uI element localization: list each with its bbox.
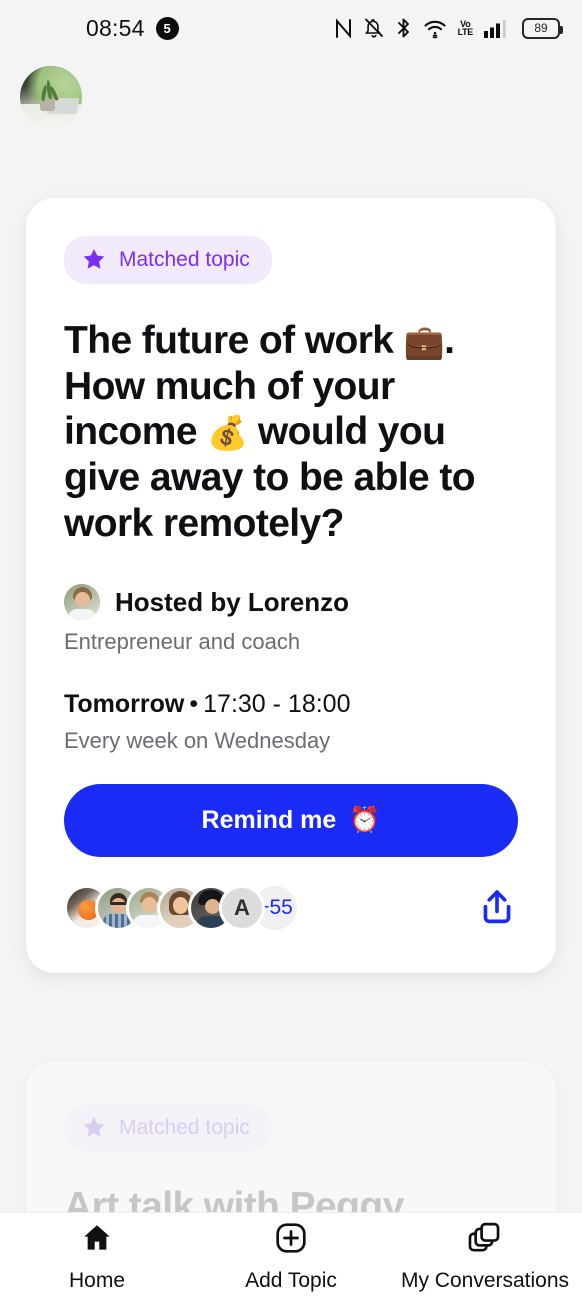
schedule-recurrence: Every week on Wednesday (64, 728, 331, 754)
nav-item-add-topic[interactable]: Add Topic (194, 1221, 388, 1293)
wifi-icon (423, 17, 447, 39)
nfc-icon (334, 17, 353, 39)
host-subtitle: Entrepreneur and coach (64, 629, 301, 655)
avatar[interactable] (20, 66, 82, 128)
host-name: Hosted by Lorenzo (115, 586, 350, 617)
schedule-day: Tomorrow (64, 690, 185, 719)
battery-icon: 89 (522, 17, 563, 39)
money-bag-emoji-icon: 💰 (207, 414, 248, 452)
schedule-time: 17:30 - 18:00 (203, 690, 351, 719)
topic-title-part: The future of work (64, 319, 404, 362)
share-icon (483, 889, 511, 923)
status-badge: Matched topic (64, 236, 272, 284)
signal-bars-icon (484, 18, 511, 39)
bottom-navigation: Home Add Topic My Conversations (0, 1212, 582, 1300)
host-row[interactable]: Hosted by Lorenzo (64, 584, 518, 621)
page-title: The future of work 💼. How much of your i… (64, 318, 518, 546)
stacked-windows-icon (466, 1221, 504, 1260)
share-button[interactable] (476, 886, 518, 931)
schedule: Tomorrow • 17:30 - 18:00 Every week on Wed… (64, 690, 518, 754)
participant-avatars[interactable]: A +55 (64, 883, 300, 934)
schedule-separator: • (189, 690, 199, 719)
status-badge-label: Matched topic (119, 1116, 250, 1139)
status-bar-left: 08:54 5 (86, 15, 179, 42)
remind-me-label: Remind me (201, 806, 337, 835)
notifications-off-icon (364, 17, 384, 39)
nav-item-my-conversations[interactable]: My Conversations (388, 1221, 582, 1293)
header (20, 66, 82, 128)
volte-icon: Vo LTE (457, 19, 474, 37)
home-icon (79, 1221, 115, 1260)
host-avatar-shirt (68, 609, 96, 621)
bluetooth-icon (395, 17, 412, 39)
participant-avatar-initial: A (219, 885, 265, 932)
remind-me-button[interactable]: Remind me ⏰ (64, 784, 518, 858)
star-icon (81, 247, 107, 273)
plus-circle-icon (273, 1221, 309, 1260)
schedule-main: Tomorrow • 17:30 - 18:00 (64, 690, 518, 719)
status-badge: Matched topic (64, 1104, 272, 1152)
status-bar: 08:54 5 Vo LTE 89 (0, 0, 582, 56)
alarm-clock-emoji-icon: ⏰ (349, 806, 381, 835)
host-avatar (64, 584, 100, 621)
nav-label-my-conversations: My Conversations (400, 1268, 570, 1292)
card-footer: A +55 (64, 883, 518, 934)
nav-label-add-topic: Add Topic (245, 1268, 337, 1292)
nav-label-home: Home (68, 1268, 126, 1292)
status-badge-label: Matched topic (119, 248, 250, 271)
briefcase-emoji-icon: 💼 (403, 323, 445, 360)
nav-item-home[interactable]: Home (0, 1221, 194, 1293)
status-bar-clock: 08:54 (86, 14, 145, 41)
notification-count-badge: 5 (155, 16, 179, 40)
app-root: 08:54 5 Vo LTE 89 Matched topic The futu… (0, 0, 582, 1300)
star-icon (81, 1115, 107, 1141)
status-bar-right: Vo LTE 89 (334, 17, 563, 39)
topic-card[interactable]: Matched topic The future of work 💼. How … (26, 198, 556, 973)
